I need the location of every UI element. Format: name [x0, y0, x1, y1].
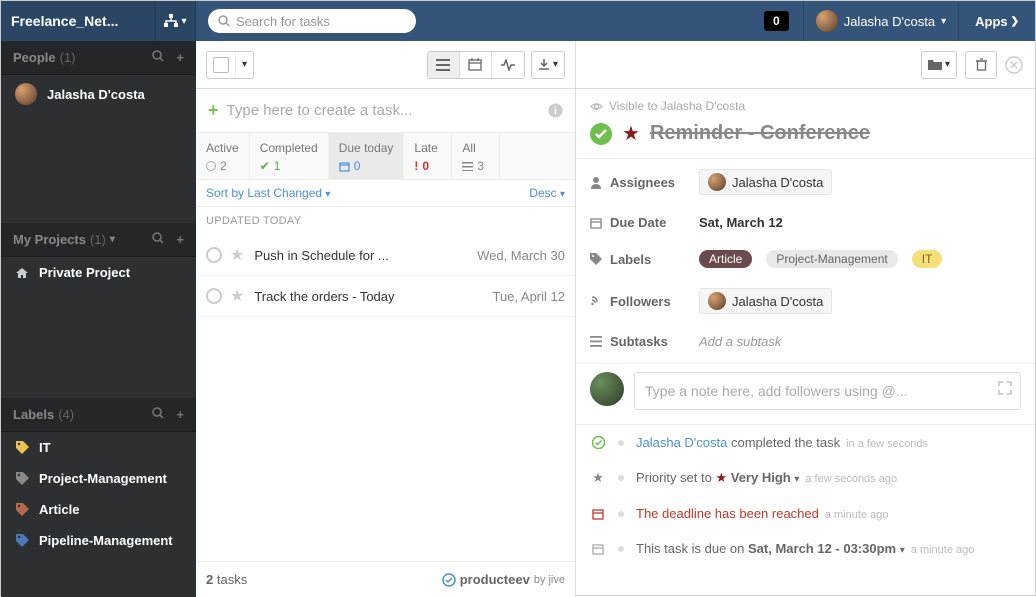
- delete-button[interactable]: [965, 51, 997, 79]
- avatar: [816, 10, 838, 32]
- follower-chip[interactable]: Jalasha D'costa: [699, 288, 832, 314]
- label-pm[interactable]: Project-Management: [1, 463, 196, 494]
- tag-icon: [15, 441, 29, 454]
- filter-due[interactable]: Due today0: [329, 133, 405, 179]
- task-title[interactable]: Reminder - Conference: [650, 122, 870, 145]
- complete-toggle[interactable]: [206, 288, 222, 304]
- network-tree-icon[interactable]: ▾: [156, 1, 196, 41]
- user-menu[interactable]: Jalasha D'costa▾: [803, 1, 958, 41]
- new-task-input[interactable]: + Type here to create a task... i: [196, 89, 575, 133]
- priority-star-icon[interactable]: ★: [622, 121, 640, 146]
- search-placeholder: Search for tasks: [236, 14, 330, 29]
- search-icon[interactable]: [152, 232, 164, 247]
- task-row[interactable]: ★ Track the orders - Today Tue, April 12: [196, 276, 575, 317]
- view-switcher[interactable]: [427, 51, 525, 79]
- list-view-icon[interactable]: [428, 52, 460, 78]
- tag-it[interactable]: IT: [912, 250, 943, 268]
- check-icon: [590, 436, 606, 449]
- plus-icon: +: [208, 100, 219, 121]
- filter-all[interactable]: All3: [452, 133, 500, 179]
- info-icon[interactable]: i: [548, 103, 563, 118]
- note-input[interactable]: Type a note here, add followers using @.…: [634, 372, 1021, 410]
- calendar-icon: [590, 543, 606, 555]
- visibility-label: Visible to Jalasha D'costa: [576, 89, 1035, 117]
- filter-active[interactable]: Active2: [196, 133, 250, 179]
- star-icon[interactable]: ★: [230, 286, 244, 306]
- sort-menu[interactable]: Sort by Last Changed ▾: [206, 186, 330, 200]
- filter-completed[interactable]: Completed✔1: [250, 133, 329, 179]
- tag-article[interactable]: Article: [699, 250, 752, 268]
- assignee-chip[interactable]: Jalasha D'costa: [699, 169, 832, 195]
- export-button[interactable]: ▾: [531, 51, 565, 79]
- filter-late[interactable]: Late!0: [404, 133, 452, 179]
- people-header: People(1) +: [1, 41, 196, 75]
- add-icon[interactable]: +: [176, 407, 184, 422]
- label-pipeline[interactable]: Pipeline-Management: [1, 525, 196, 556]
- add-icon[interactable]: +: [176, 232, 184, 247]
- avatar: [590, 372, 624, 406]
- tag-icon: [15, 534, 29, 547]
- home-icon: [15, 266, 29, 280]
- projects-header: My Projects(1)▾ +: [1, 223, 196, 257]
- search-icon[interactable]: [152, 50, 164, 65]
- activity-item: ★ Priority set to ★ Very High ▾a few sec…: [576, 460, 1035, 496]
- star-icon: ★: [590, 470, 606, 486]
- add-icon[interactable]: +: [176, 50, 184, 65]
- close-icon[interactable]: [1005, 56, 1023, 74]
- tag-icon: [15, 472, 29, 485]
- complete-toggle[interactable]: [206, 247, 222, 263]
- add-subtask[interactable]: Add a subtask: [699, 334, 781, 349]
- order-menu[interactable]: Desc ▾: [529, 186, 565, 200]
- brand-logo: producteevby jive: [442, 572, 565, 587]
- done-badge[interactable]: [590, 123, 612, 145]
- label-it[interactable]: IT: [1, 432, 196, 463]
- search-icon[interactable]: [152, 407, 164, 422]
- group-header: UPDATED TODAY: [196, 207, 575, 235]
- tag-pm[interactable]: Project-Management: [766, 250, 897, 268]
- tag-icon: [15, 503, 29, 516]
- due-date-value[interactable]: Sat, March 12: [699, 215, 783, 230]
- search-input[interactable]: Search for tasks: [208, 9, 416, 33]
- task-row[interactable]: ★ Push in Schedule for ... Wed, March 30: [196, 235, 575, 276]
- avatar: [15, 83, 37, 105]
- label-article[interactable]: Article: [1, 494, 196, 525]
- sidebar-person[interactable]: Jalasha D'costa: [1, 75, 196, 113]
- calendar-view-icon[interactable]: [460, 52, 492, 78]
- activity-item: Jalasha D'costa completed the taskin a f…: [576, 425, 1035, 460]
- notification-count[interactable]: 0: [764, 11, 789, 31]
- folder-button[interactable]: ▾: [921, 51, 957, 79]
- select-all[interactable]: ▾: [206, 51, 254, 79]
- svg-text:i: i: [554, 106, 557, 117]
- sidebar-project[interactable]: Private Project: [1, 257, 196, 288]
- apps-menu[interactable]: Apps ❯: [958, 1, 1035, 41]
- calendar-icon: [590, 508, 606, 520]
- network-switcher[interactable]: Freelance_Net...: [1, 1, 156, 41]
- activity-item: This task is due on Sat, March 12 - 03:3…: [576, 531, 1035, 566]
- star-icon[interactable]: ★: [230, 245, 244, 265]
- labels-header: Labels(4) +: [1, 398, 196, 432]
- expand-icon[interactable]: [998, 381, 1012, 395]
- activity-view-icon[interactable]: [492, 52, 524, 78]
- activity-item: The deadline has been reacheda minute ag…: [576, 496, 1035, 531]
